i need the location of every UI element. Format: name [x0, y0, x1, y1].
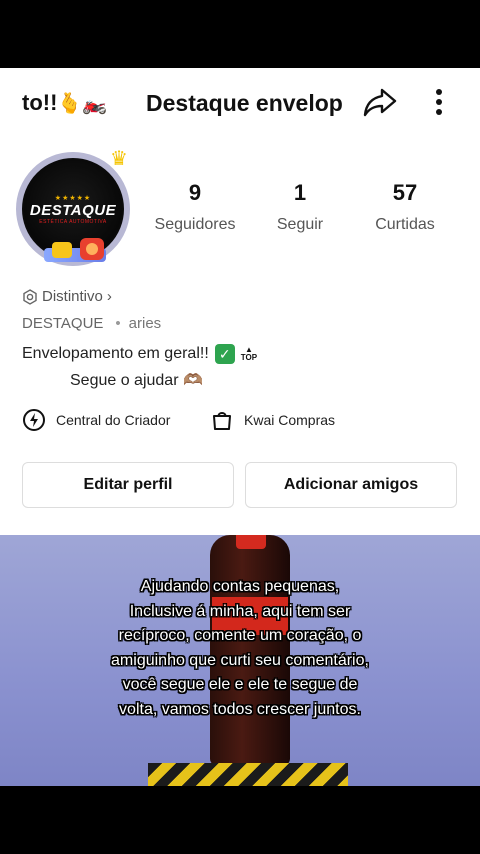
tag-separator: •: [115, 315, 121, 332]
badge-icon: [23, 288, 37, 305]
profile-screen: to!!🫰🏍️ Destaque envelop ★★★★★ DESTAQUE …: [0, 68, 480, 786]
following-stat[interactable]: 1 Seguir: [255, 180, 345, 234]
shopping-bag-icon: [213, 412, 231, 430]
video-caption: Ajudando contas pequenas, Inclusive á mi…: [111, 578, 369, 718]
add-friends-button[interactable]: Adicionar amigos: [245, 462, 457, 508]
creator-center-link[interactable]: Central do Criador: [22, 408, 170, 432]
logo-subtitle: ESTÉTICA AUTOMOTIVA: [39, 218, 107, 225]
creator-center-label: Central do Criador: [56, 412, 171, 428]
profile-avatar[interactable]: ★★★★★ DESTAQUE ESTÉTICA AUTOMOTIVA ♛: [14, 148, 134, 270]
followers-stat[interactable]: 9 Seguidores: [150, 180, 240, 234]
likes-stat[interactable]: 57 Curtidas: [360, 180, 450, 234]
kwai-shop-link[interactable]: Kwai Compras: [210, 408, 335, 432]
account-name: to!!: [22, 90, 58, 115]
more-options-button[interactable]: [426, 84, 452, 120]
status-bar-area: [0, 0, 480, 68]
badge-link[interactable]: Distintivo ›: [22, 288, 112, 305]
chevron-right-icon: ›: [106, 288, 112, 305]
tag-name: DESTAQUE: [22, 315, 104, 332]
check-icon: ✓: [214, 344, 235, 364]
bottom-bar-area: [0, 786, 480, 854]
likes-label: Curtidas: [375, 216, 435, 233]
crown-icon: ♛: [110, 148, 128, 170]
account-emoji: 🫰🏍️: [57, 93, 108, 115]
logo-text: DESTAQUE: [29, 201, 117, 219]
followers-count: 9: [188, 180, 202, 205]
lightning-icon: [23, 409, 45, 431]
bottle-cap: [236, 535, 266, 549]
more-vertical-icon: [436, 89, 442, 115]
bio-line-1: Envelopamento em geral!! ✓ ▲ TOP: [22, 344, 257, 364]
top-arrow-icon: ▲ TOP: [240, 345, 258, 362]
bio-text-1: Envelopamento em geral!!: [22, 345, 209, 362]
share-button[interactable]: [362, 84, 398, 120]
profile-header: to!!🫰🏍️ Destaque envelop: [0, 68, 480, 138]
bio-line-2: Segue o ajudar 🫶🏽: [70, 372, 203, 389]
video-thumbnail[interactable]: Ajudando contas pequenas, Inclusive á mi…: [0, 535, 480, 786]
tag-zodiac: aries: [128, 315, 162, 332]
profile-tags: DESTAQUE • aries: [22, 315, 161, 332]
creator-badge-icon: [44, 238, 106, 266]
kwai-shop-label: Kwai Compras: [244, 412, 336, 428]
edit-profile-button[interactable]: Editar perfil: [22, 462, 234, 508]
badge-link-label: Distintivo: [42, 288, 103, 305]
following-label: Seguir: [276, 216, 324, 233]
likes-count: 57: [392, 180, 418, 205]
followers-label: Seguidores: [154, 216, 236, 233]
page-title: Destaque envelop: [146, 90, 343, 116]
share-arrow-icon: [363, 88, 397, 117]
striped-base: [148, 763, 348, 786]
following-count: 1: [293, 180, 307, 205]
account-switcher[interactable]: to!!🫰🏍️: [22, 90, 107, 116]
logo-stars: ★★★★★: [54, 194, 92, 202]
